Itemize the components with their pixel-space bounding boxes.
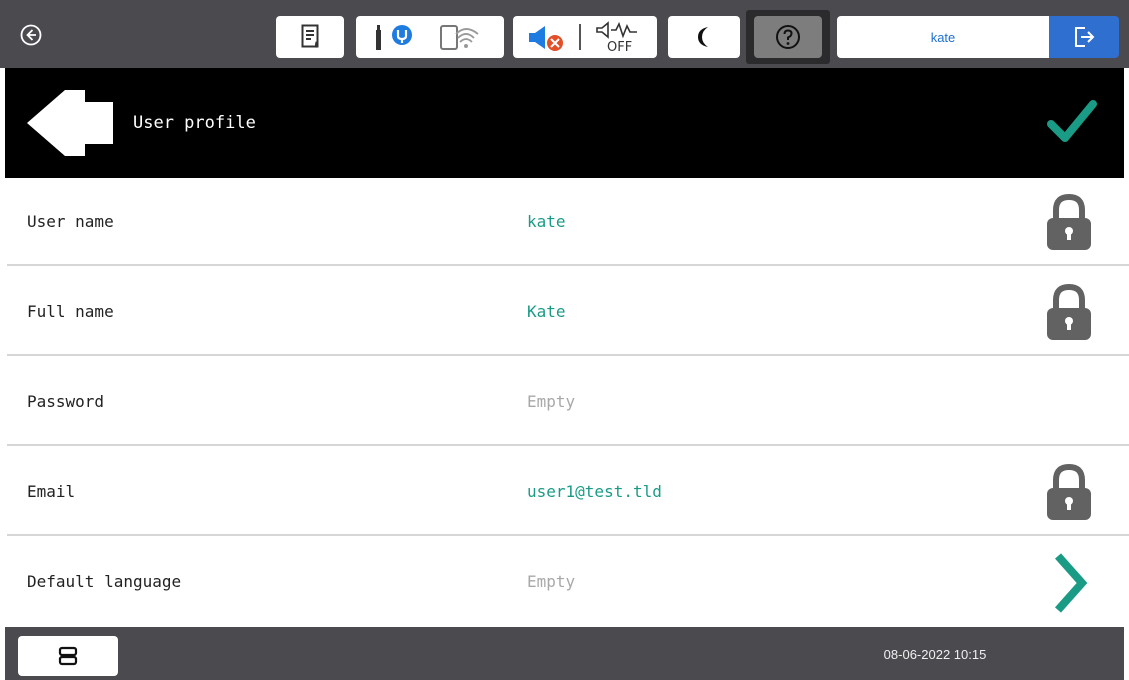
row-user-name[interactable]: User name kate bbox=[7, 178, 1129, 266]
row-divider bbox=[7, 444, 1129, 446]
row-label: Full name bbox=[27, 302, 114, 321]
print-queue-button[interactable] bbox=[276, 16, 344, 58]
row-password[interactable]: Password Empty bbox=[7, 358, 1129, 446]
lock-icon bbox=[1047, 194, 1091, 250]
row-email[interactable]: Email user1@test.tld bbox=[7, 448, 1129, 536]
datetime-display: 08-06-2022 10:15 bbox=[883, 647, 987, 662]
sleep-icon bbox=[698, 27, 708, 47]
sleep-button[interactable] bbox=[668, 16, 740, 58]
help-button-frame bbox=[746, 10, 830, 64]
row-divider bbox=[7, 354, 1129, 356]
ink-status-icon bbox=[376, 25, 412, 50]
svg-text:OFF: OFF bbox=[607, 40, 632, 54]
row-value: Empty bbox=[527, 392, 576, 411]
status-bar: OFF kate bbox=[0, 0, 1129, 68]
row-value: Empty bbox=[527, 572, 576, 591]
sound-off-icon: OFF bbox=[596, 21, 637, 54]
row-default-language[interactable]: Default language Empty bbox=[7, 538, 1129, 626]
current-user-name: kate bbox=[930, 30, 956, 45]
row-label: Email bbox=[27, 482, 76, 501]
confirm-check-icon[interactable] bbox=[1047, 96, 1097, 146]
back-arrow-icon[interactable] bbox=[27, 88, 117, 158]
back-circle-icon[interactable] bbox=[20, 24, 42, 46]
job-status-button[interactable] bbox=[18, 636, 118, 676]
help-icon bbox=[776, 25, 800, 49]
row-full-name[interactable]: Full name Kate bbox=[7, 268, 1129, 356]
sound-button[interactable]: OFF bbox=[513, 16, 657, 58]
row-label: Default language bbox=[27, 572, 182, 591]
lock-icon bbox=[1047, 284, 1091, 340]
ink-connectivity-button[interactable] bbox=[356, 16, 504, 58]
current-user-field[interactable]: kate bbox=[837, 16, 1049, 58]
row-divider bbox=[7, 264, 1129, 266]
row-divider bbox=[7, 534, 1129, 536]
row-value: kate bbox=[527, 212, 566, 231]
row-value: Kate bbox=[527, 302, 566, 321]
wifi-direct-icon bbox=[440, 25, 479, 50]
footer-bar: 08-06-2022 10:15 bbox=[5, 627, 1124, 680]
chevron-right-icon[interactable] bbox=[1050, 552, 1090, 614]
page-header: User profile bbox=[5, 68, 1124, 178]
logout-icon bbox=[1075, 27, 1095, 47]
job-list-icon bbox=[58, 646, 78, 666]
lock-icon bbox=[1047, 464, 1091, 520]
row-label: Password bbox=[27, 392, 105, 411]
document-icon bbox=[301, 24, 319, 48]
mute-icon bbox=[529, 26, 563, 51]
page-title: User profile bbox=[133, 113, 256, 133]
row-value: user1@test.tld bbox=[527, 482, 662, 501]
help-button[interactable] bbox=[754, 16, 822, 58]
logout-button[interactable] bbox=[1049, 16, 1119, 58]
row-label: User name bbox=[27, 212, 114, 231]
